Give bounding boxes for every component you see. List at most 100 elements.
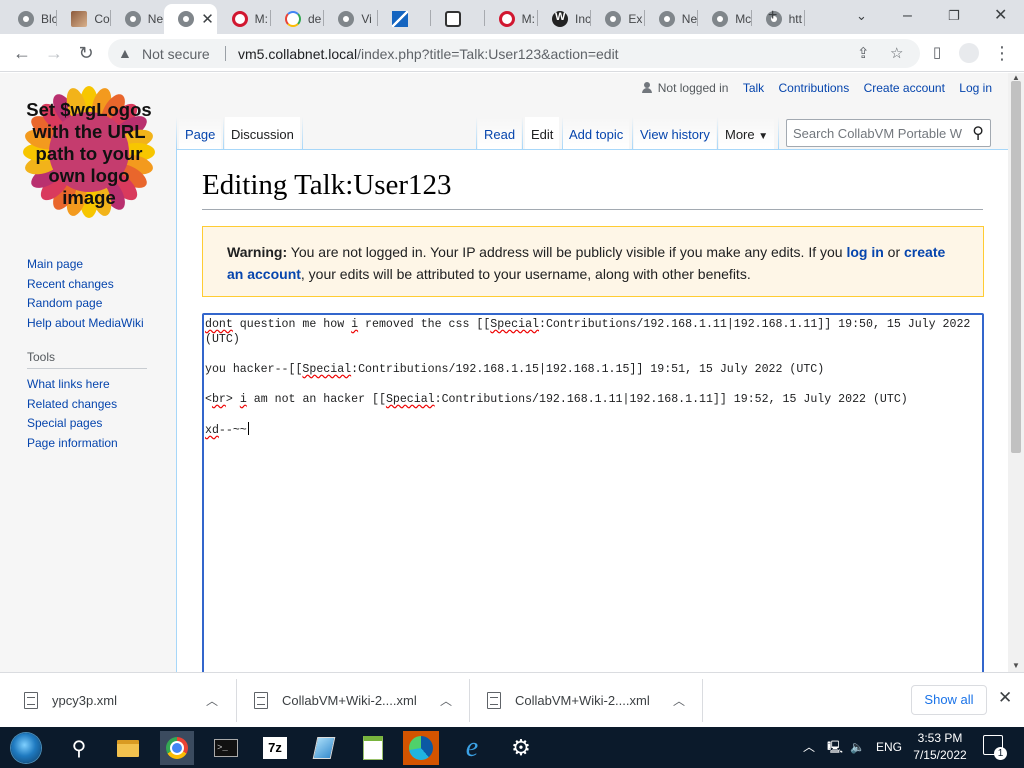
back-button[interactable]: ← [9, 40, 35, 66]
minimize-button[interactable]: – [903, 6, 912, 26]
notepad-plus-plus-icon[interactable] [356, 731, 390, 765]
tab-edit[interactable]: Edit [525, 117, 560, 149]
download-item[interactable]: CollabVM+Wiki-2....xml ︿ [487, 673, 701, 728]
spellcheck-word: Special [385, 393, 435, 406]
close-tab-icon[interactable]: ✕ [201, 10, 214, 28]
scrollbar-thumb[interactable] [1011, 81, 1021, 453]
site-logo[interactable]: Set $wgLogos with the URL path to your o… [22, 85, 156, 219]
reload-button[interactable]: ↻ [73, 40, 99, 66]
show-all-downloads-button[interactable]: Show all [911, 685, 987, 715]
language-indicator[interactable]: ENG [876, 727, 902, 768]
sidebar-item-recent-changes[interactable]: Recent changes [27, 275, 157, 295]
scroll-down-arrow-icon[interactable]: ▼ [1012, 661, 1020, 670]
browser-tab[interactable]: Ne [111, 4, 163, 34]
tab-search-chevron-icon[interactable]: ⌄ [856, 6, 867, 26]
warning-triangle-icon[interactable]: ▲ [118, 45, 132, 61]
browser-tab[interactable]: de [271, 4, 323, 34]
spellcheck-word: br [211, 393, 226, 406]
chrome-icon [605, 11, 622, 27]
security-label[interactable]: Not secure [142, 46, 210, 62]
sidebar-item-help-about-mediawiki[interactable]: Help about MediaWiki [27, 314, 157, 334]
sidebar-item-random-page[interactable]: Random page [27, 294, 157, 314]
browser-tab[interactable] [431, 4, 483, 34]
volume-icon[interactable]: 🔈 [850, 727, 865, 768]
browser-tab[interactable]: Ne [645, 4, 697, 34]
tab-page[interactable]: Page [179, 117, 222, 149]
browser-tab[interactable]: M: [485, 4, 537, 34]
close-downloads-icon[interactable]: ✕ [998, 688, 1012, 708]
browser-tab[interactable]: Co [57, 4, 110, 34]
tab-title: Blc [41, 12, 57, 26]
google-icon [285, 11, 301, 27]
download-item[interactable]: CollabVM+Wiki-2....xml ︿ [254, 673, 468, 728]
forward-button[interactable]: → [41, 40, 67, 66]
network-icon[interactable]: 🖳 [827, 727, 843, 768]
address-bar[interactable]: ▲ Not secure vm5.collabnet.local/index.p… [108, 39, 920, 68]
7zip-icon[interactable]: 7z [258, 731, 292, 765]
new-tab-button[interactable]: + [768, 6, 777, 26]
sidebar-tool-special-pages[interactable]: Special pages [27, 414, 157, 434]
menu-kebab-icon[interactable]: ⋮ [989, 40, 1015, 66]
browser-tab[interactable]: Blc [4, 4, 56, 34]
browser-tab[interactable]: Vi [324, 4, 376, 34]
sidebar: Main page Recent changes Random page Help a… [27, 255, 157, 453]
edge-icon[interactable] [403, 731, 439, 765]
tab-title: Mc [735, 12, 751, 26]
browser-tab-active[interactable]: ✕ [164, 4, 217, 34]
robot-icon [445, 11, 462, 27]
chevron-up-icon[interactable]: ︿ [206, 692, 218, 709]
tab-separator [804, 10, 805, 26]
internet-explorer-icon[interactable]: e [455, 731, 489, 765]
tab-divider [302, 117, 303, 149]
personal-link-create-account[interactable]: Create account [864, 81, 945, 95]
spellcheck-word: i [239, 393, 247, 406]
tab-title: Ex [628, 12, 643, 26]
share-icon[interactable]: ⇪ [857, 44, 870, 62]
search-icon[interactable]: ⚲ [972, 123, 984, 143]
log-in-link[interactable]: log in [846, 244, 883, 260]
bookmark-star-icon[interactable]: ☆ [890, 44, 903, 62]
profile-avatar[interactable] [956, 40, 982, 66]
tab-discussion[interactable]: Discussion [225, 117, 300, 149]
tab-title: Vi [361, 12, 372, 26]
terminal-icon[interactable]: >_ [209, 731, 243, 765]
tab-view-history[interactable]: View history [634, 117, 716, 149]
close-window-button[interactable]: ✕ [994, 6, 1007, 26]
wikitext-editor[interactable]: dont question me how i removed the css [… [202, 313, 984, 672]
browser-tab[interactable]: Inc [538, 4, 590, 34]
clock[interactable]: 3:53 PM 7/15/2022 [912, 730, 968, 764]
personal-link-talk[interactable]: Talk [743, 81, 764, 95]
url-text[interactable]: vm5.collabnet.local/index.php?title=Talk… [238, 46, 619, 62]
browser-tab[interactable]: Mc [698, 4, 751, 34]
page-scrollbar[interactable]: ▲ ▼ [1008, 73, 1024, 672]
tab-add-topic[interactable]: Add topic [563, 117, 630, 149]
side-panel-icon[interactable]: ▯ [924, 40, 950, 66]
chrome-icon[interactable] [160, 731, 194, 765]
chevron-up-icon[interactable]: ︿ [440, 692, 452, 709]
chevron-up-icon[interactable]: ︿ [673, 692, 685, 709]
tab-more[interactable]: More ▼ [719, 117, 775, 149]
browser-tab[interactable]: M: [218, 4, 270, 34]
sidebar-tool-what-links-here[interactable]: What links here [27, 375, 157, 395]
settings-gear-icon[interactable]: ⚙ [504, 731, 538, 765]
start-button[interactable] [9, 731, 43, 765]
action-center-icon[interactable]: 1 [983, 735, 1007, 760]
browser-tab[interactable]: Ex [591, 4, 643, 34]
browser-tab[interactable]: htt [752, 4, 804, 34]
search-icon[interactable]: ⚲ [62, 731, 96, 765]
wordpress-icon [552, 11, 568, 27]
personal-link-log-in[interactable]: Log in [959, 81, 992, 95]
download-item[interactable]: ypcy3p.xml ︿ [24, 673, 236, 728]
sidebar-item-main-page[interactable]: Main page [27, 255, 157, 275]
restore-button[interactable]: ❐ [948, 6, 960, 26]
file-explorer-icon[interactable] [111, 731, 145, 765]
tab-read[interactable]: Read [478, 117, 522, 149]
download-shelf: ypcy3p.xml ︿ CollabVM+Wiki-2....xml ︿ Co… [0, 672, 1024, 727]
browser-tab[interactable] [378, 4, 430, 34]
notepad-icon[interactable] [307, 731, 341, 765]
search-input[interactable]: Search CollabVM Portable W ⚲ [786, 119, 991, 147]
tray-chevron-up-icon[interactable]: ︿ [803, 727, 815, 768]
personal-link-contributions[interactable]: Contributions [779, 81, 850, 95]
sidebar-tool-page-information[interactable]: Page information [27, 434, 157, 454]
sidebar-tool-related-changes[interactable]: Related changes [27, 395, 157, 415]
